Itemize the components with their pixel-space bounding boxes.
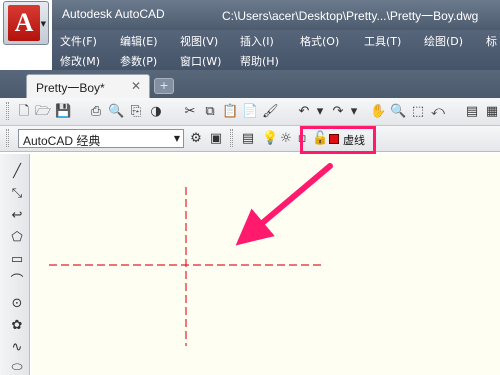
match-properties-icon[interactable]: 🖌 [262,104,279,120]
menu-dimension[interactable]: 标 [486,33,497,49]
menu-file[interactable]: 文件(F) [60,33,97,49]
layer-properties-manager-icon[interactable]: ▤ [240,131,256,147]
workspace-select-value: AutoCAD 经典 [23,134,101,148]
arc-icon[interactable]: ⌒ [9,274,25,290]
chevron-down-icon: ▼ [173,134,180,143]
toolbar-grip[interactable] [230,129,233,147]
undo-icon[interactable]: ↶ [296,104,312,120]
workspace-settings-gear-icon[interactable]: ⚙ [188,131,204,147]
menu-modify[interactable]: 修改(M) [60,53,100,69]
draw-toolbar: ╱ ⤡ ↩ ⬠ ▭ ⌒ ⊙ ✿ ∿ ⬭ [0,154,30,375]
zoom-previous-icon[interactable]: ⤺ [430,104,446,120]
polyline-icon[interactable]: ↩ [9,208,25,224]
menu-format[interactable]: 格式(O) [300,33,339,49]
new-tab-button[interactable]: + [154,78,174,94]
caret-down-icon: ▼ [40,20,46,28]
document-tab[interactable]: Pretty一Boy* ✕ [26,74,150,98]
document-tab-label: Pretty一Boy* [36,81,105,95]
application-menu-button[interactable]: A ▼ [3,1,49,45]
zoom-window-icon[interactable]: ⬚ [410,104,426,120]
layer-color-swatch [329,134,339,144]
canvas-drawing [49,187,323,346]
circle-icon[interactable]: ⊙ [9,296,25,312]
print-icon[interactable]: ⎙ [88,104,104,120]
construction-line-icon[interactable]: ⤡ [9,186,25,202]
menu-edit[interactable]: 编辑(E) [120,33,158,49]
print-preview-icon[interactable]: 🔍 [108,104,124,120]
open-folder-icon[interactable]: 🗁 [35,104,51,120]
new-file-icon[interactable]: 🗋 [16,104,32,120]
undo-dropdown-icon[interactable]: ▾ [312,104,328,120]
document-path: C:\Users\acer\Desktop\Pretty...\Pretty一B… [222,9,479,23]
revision-cloud-icon[interactable]: ✿ [9,318,25,334]
line-icon[interactable]: ╱ [9,164,25,180]
publish-icon[interactable]: ⎘ [128,104,144,120]
menu-help[interactable]: 帮助(H) [240,53,279,69]
3d-print-icon[interactable]: ◑ [148,104,164,120]
menu-window[interactable]: 窗口(W) [180,53,221,69]
workspace-select[interactable]: AutoCAD 经典 ▼ [18,129,184,148]
title-bar: Autodesk AutoCAD C:\Users\acer\Desktop\P… [52,0,500,30]
autocad-logo-icon: A [8,5,40,41]
design-center-icon[interactable]: ▦ [484,104,500,120]
workspace-customize-icon[interactable]: ▣ [208,131,224,147]
menu-tools[interactable]: 工具(T) [364,33,401,49]
paste-special-icon[interactable]: 📄 [242,104,258,120]
app-title: Autodesk AutoCAD [62,7,165,21]
layer-thaw-sun-icon[interactable]: ☼ [278,131,294,147]
toolbar-grip[interactable] [6,102,9,120]
current-layer-name[interactable]: 虚线 [343,132,365,148]
close-icon[interactable]: ✕ [131,79,141,93]
redo-dropdown-icon[interactable]: ▾ [346,104,362,120]
properties-icon[interactable]: ▤ [464,104,480,120]
workspaces-layers-toolbar: AutoCAD 经典 ▼ ⚙ ▣ ▤ 💡 ☼ ▫ 🔓 [0,126,500,152]
drawing-canvas[interactable] [31,154,500,375]
redo-icon[interactable]: ↷ [330,104,346,120]
menu-draw[interactable]: 绘图(D) [424,33,463,49]
paste-icon[interactable]: 📋 [222,104,238,120]
polygon-icon[interactable]: ⬠ [9,230,25,246]
ellipse-icon[interactable]: ⬭ [9,360,25,375]
pan-hand-icon[interactable]: ✋ [370,104,386,120]
standard-toolbar: 🗋 🗁 💾 ⎙ 🔍 ⎘ ◑ ✂ ⧉ 📋 📄 🖌 ↶ ▾ ↷ ▾ ✋ 🔍 ⬚ ⤺ … [0,98,500,126]
layer-on-lightbulb-icon[interactable]: 💡 [262,131,278,147]
menu-bar: 文件(F) 编辑(E) 视图(V) 插入(I) 格式(O) 工具(T) 绘图(D… [52,30,500,70]
menu-parameters[interactable]: 参数(P) [120,53,157,69]
toolbar-grip[interactable] [6,129,9,147]
spline-icon[interactable]: ∿ [9,340,25,356]
rectangle-icon[interactable]: ▭ [9,252,25,268]
copy-icon[interactable]: ⧉ [202,104,218,120]
cut-icon[interactable]: ✂ [182,104,198,120]
document-tab-strip: Pretty一Boy* ✕ + [0,70,500,98]
zoom-realtime-icon[interactable]: 🔍 [390,104,406,120]
menu-view[interactable]: 视图(V) [180,33,218,49]
save-icon[interactable]: 💾 [55,104,71,120]
menu-insert[interactable]: 插入(I) [240,33,274,49]
